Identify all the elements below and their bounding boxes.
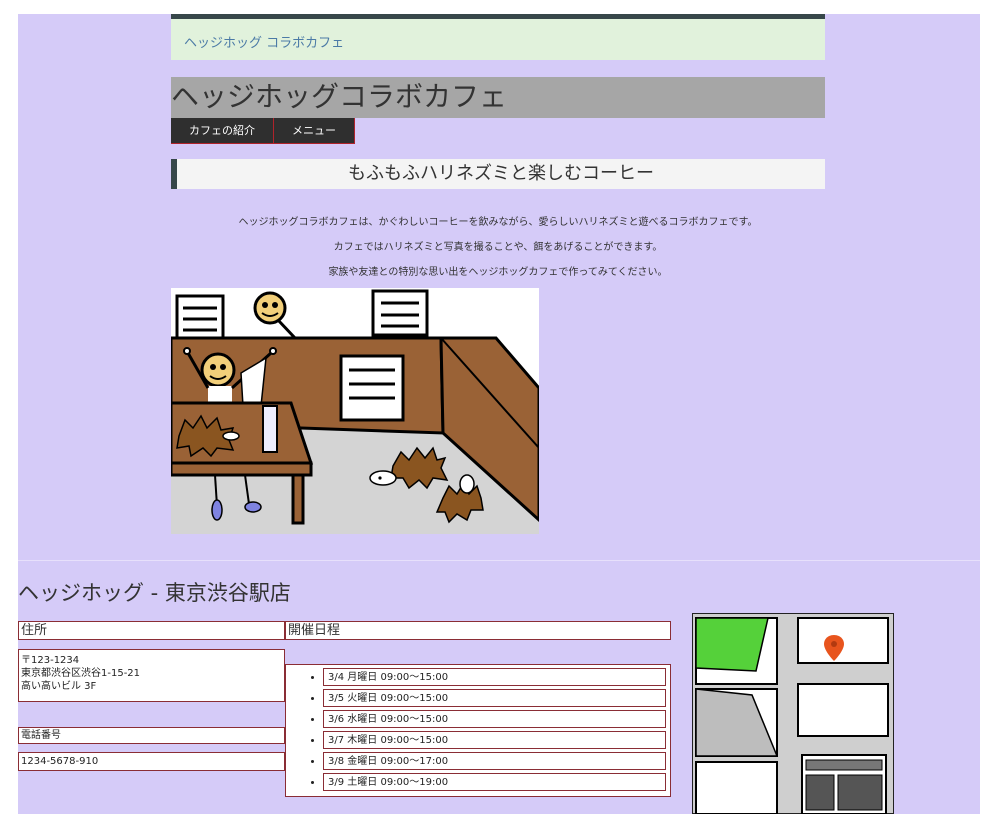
- schedule-item-text: 3/4 月曜日 09:00〜15:00: [323, 668, 666, 686]
- nav-item-menu[interactable]: メニュー: [274, 118, 355, 144]
- address-box: 〒123-1234 東京都渋谷区渋谷1-15-21 高い高いビル 3F: [18, 649, 285, 702]
- schedule-label-box: 開催日程: [285, 621, 671, 640]
- address-label-box: 住所: [18, 621, 285, 640]
- phone-label-box: 電話番号: [18, 727, 285, 744]
- schedule-list: 3/4 月曜日 09:00〜15:00 3/5 火曜日 09:00〜15:00 …: [286, 668, 670, 791]
- schedule-item-text: 3/8 金曜日 09:00〜17:00: [323, 752, 666, 770]
- address-line: 東京都渋谷区渋谷1-15-21: [21, 668, 141, 679]
- section-heading: もふもふハリネズミと楽しむコーヒー: [171, 159, 825, 189]
- schedule-item: 3/7 木曜日 09:00〜15:00: [323, 731, 670, 749]
- store-title: ヘッジホッグ - 東京渋谷駅店: [18, 581, 291, 605]
- schedule-item: 3/6 水曜日 09:00〜15:00: [323, 710, 670, 728]
- page: ヘッジホッグ コラボカフェ ヘッジホッグコラボカフェ カフェの紹介 メニュー も…: [18, 14, 980, 814]
- schedule-box: 3/4 月曜日 09:00〜15:00 3/5 火曜日 09:00〜15:00 …: [285, 664, 671, 797]
- section-divider: [18, 560, 980, 561]
- intro-paragraph: ヘッジホッグコラボカフェは、かぐわしいコーヒーを飲みながら、愛らしいハリネズミと…: [238, 217, 758, 228]
- schedule-label: 開催日程: [288, 623, 341, 638]
- nav-item-about[interactable]: カフェの紹介: [171, 118, 274, 144]
- main-nav: カフェの紹介 メニュー: [171, 118, 355, 144]
- page-title: ヘッジホッグコラボカフェ: [171, 77, 825, 118]
- intro-text: ヘッジホッグコラボカフェは、かぐわしいコーヒーを飲みながら、愛らしいハリネズミと…: [171, 210, 825, 285]
- schedule-item-text: 3/5 火曜日 09:00〜15:00: [323, 689, 666, 707]
- store-map[interactable]: [692, 613, 894, 814]
- phone-box: 1234-5678-910: [18, 752, 285, 771]
- schedule-item: 3/8 金曜日 09:00〜17:00: [323, 752, 670, 770]
- intro-paragraph: 家族や友達との特別な思い出をヘッジホッグカフェで作ってみてください。: [328, 267, 668, 278]
- phone-label: 電話番号: [21, 730, 61, 741]
- site-header-bar: ヘッジホッグ コラボカフェ: [171, 14, 825, 60]
- intro-paragraph: カフェではハリネズミと写真を撮ることや、餌をあげることができます。: [333, 242, 663, 253]
- address-line: 高い高いビル 3F: [21, 681, 97, 692]
- schedule-item: 3/5 火曜日 09:00〜15:00: [323, 689, 670, 707]
- schedule-item-text: 3/9 土曜日 09:00〜19:00: [323, 773, 666, 791]
- cafe-illustration: [171, 288, 539, 534]
- phone-number: 1234-5678-910: [21, 756, 99, 767]
- address-line: 〒123-1234: [21, 655, 80, 666]
- site-home-link[interactable]: ヘッジホッグ コラボカフェ: [184, 32, 344, 51]
- schedule-item-text: 3/7 木曜日 09:00〜15:00: [323, 731, 666, 749]
- schedule-item: 3/9 土曜日 09:00〜19:00: [323, 773, 670, 791]
- schedule-item: 3/4 月曜日 09:00〜15:00: [323, 668, 670, 686]
- address-label: 住所: [21, 623, 48, 638]
- schedule-item-text: 3/6 水曜日 09:00〜15:00: [323, 710, 666, 728]
